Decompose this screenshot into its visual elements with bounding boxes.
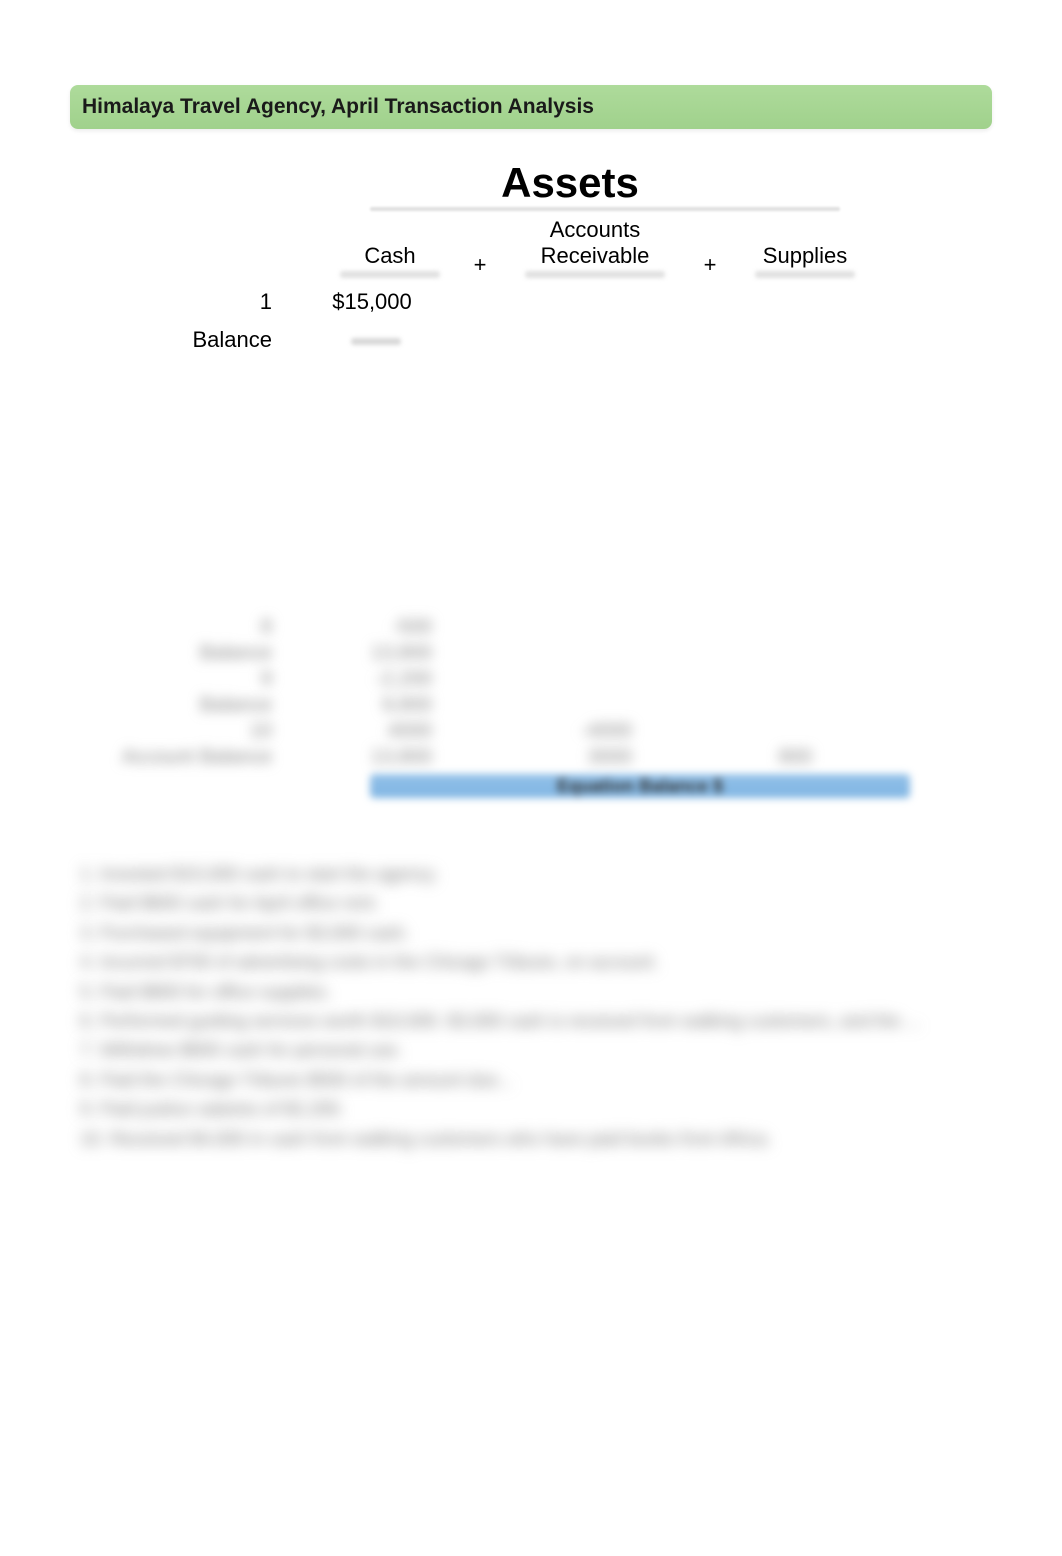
equation-balance-text: Equation Balance $ bbox=[557, 776, 723, 797]
transaction-row-1: 1 $15,000 bbox=[70, 288, 992, 316]
underline-icon bbox=[755, 271, 855, 278]
underline-icon bbox=[525, 271, 665, 278]
plus-separator: + bbox=[450, 252, 510, 278]
account-balance-label: Account Balance bbox=[70, 746, 302, 769]
note-item: 4. Incurred $700 of advertising costs in… bbox=[80, 951, 992, 974]
supplies-label: Supplies bbox=[763, 243, 847, 269]
row-label: Balance bbox=[70, 327, 302, 353]
blurred-row: 9-2,200 bbox=[70, 666, 992, 692]
blurred-rows-section: 8-500 Balance13,800 9-2,200 Balance9,800… bbox=[70, 614, 992, 798]
heading-underline bbox=[370, 207, 840, 211]
cash-value: $15,000 bbox=[302, 289, 442, 315]
blurred-row: 8-500 bbox=[70, 614, 992, 640]
note-item: 1. Invested $15,000 cash to start the ag… bbox=[80, 863, 992, 886]
note-item: 9. Paid justice salaries of $2,200. bbox=[80, 1098, 992, 1121]
note-item: 3. Purchased equipment for $3,000 cash. bbox=[80, 922, 992, 945]
plus-label: + bbox=[704, 252, 717, 278]
transaction-notes: 1. Invested $15,000 cash to start the ag… bbox=[70, 863, 992, 1151]
column-cash-label: Cash bbox=[364, 243, 415, 269]
cash-value bbox=[302, 327, 442, 353]
page-title-bar: Himalaya Travel Agency, April Transactio… bbox=[70, 85, 992, 129]
ar-label-line1: Accounts bbox=[550, 217, 641, 243]
column-supplies: Supplies bbox=[740, 243, 870, 278]
assets-heading: Assets bbox=[300, 159, 840, 207]
blurred-row: Balance13,800 bbox=[70, 640, 992, 666]
plus-separator: + bbox=[680, 252, 740, 278]
note-item: 8. Paid the Chicago Tribune $500 of the … bbox=[80, 1069, 992, 1092]
note-item: 6. Performed guiding services worth $10,… bbox=[80, 1010, 992, 1033]
note-item: 10. Received $4,000 in cash from walking… bbox=[80, 1128, 992, 1151]
blurred-row: 104000-4000 bbox=[70, 718, 992, 744]
equation-balance-bar: Equation Balance $ bbox=[370, 774, 910, 798]
plus-label: + bbox=[474, 252, 487, 278]
account-balance-row: Account Balance 13,8003000800 bbox=[70, 744, 992, 770]
balance-row: Balance bbox=[70, 326, 992, 354]
row-label: 1 bbox=[70, 289, 302, 315]
column-headers: Cash + Accounts Receivable + Supplies bbox=[70, 217, 992, 278]
note-item: 7. Withdrew $600 cash for personal use. bbox=[80, 1039, 992, 1062]
note-item: 2. Paid $600 cash for April office rent. bbox=[80, 892, 992, 915]
blurred-row: Balance9,800 bbox=[70, 692, 992, 718]
page-title: Himalaya Travel Agency, April Transactio… bbox=[82, 95, 594, 118]
column-accounts-receivable: Accounts Receivable bbox=[510, 217, 680, 278]
ar-label-line2: Receivable bbox=[541, 243, 650, 269]
column-cash: Cash bbox=[330, 243, 450, 278]
note-item: 5. Paid $800 for office supplies. bbox=[80, 981, 992, 1004]
underline-icon bbox=[340, 271, 440, 278]
value-blur-icon bbox=[351, 338, 401, 345]
